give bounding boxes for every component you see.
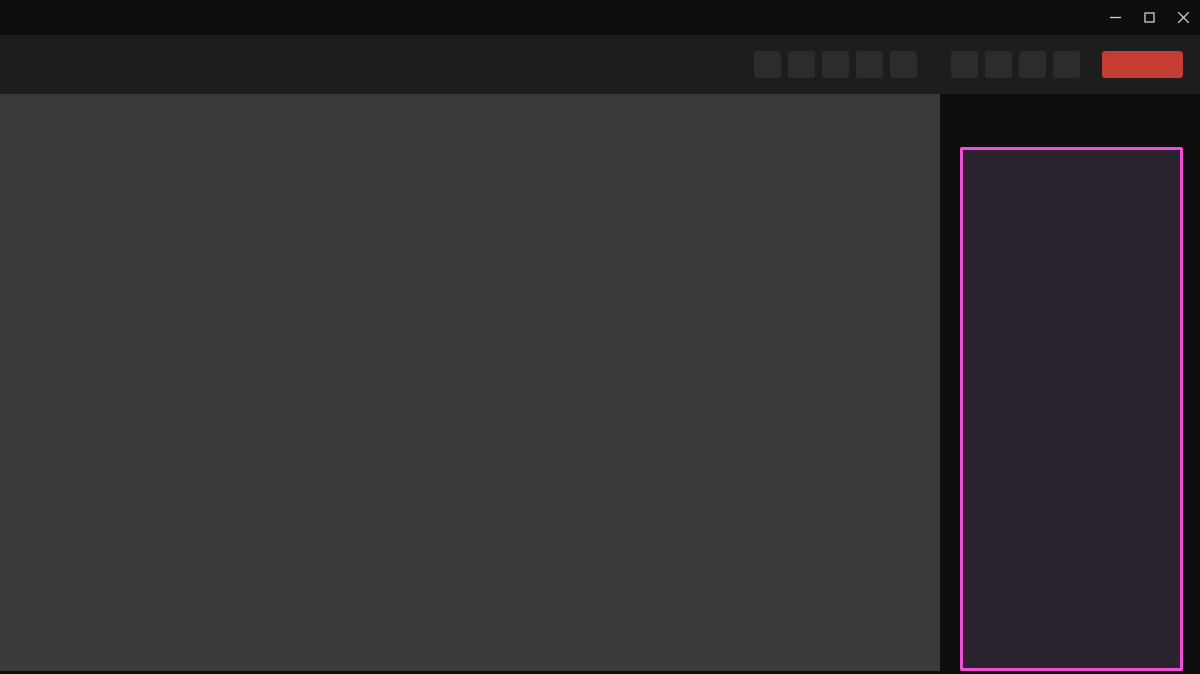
close-button[interactable] xyxy=(1166,0,1200,35)
toolbar-button-7[interactable] xyxy=(985,51,1012,78)
toolbar-button-6[interactable] xyxy=(951,51,978,78)
maximize-icon xyxy=(1144,12,1155,23)
window-titlebar xyxy=(0,0,1200,35)
primary-action-button[interactable] xyxy=(1102,51,1183,78)
close-icon xyxy=(1178,12,1189,23)
minimize-icon xyxy=(1110,12,1121,23)
toolbar-group-1 xyxy=(754,51,917,78)
main-canvas[interactable] xyxy=(0,94,940,671)
toolbar-button-1[interactable] xyxy=(754,51,781,78)
toolbar-button-9[interactable] xyxy=(1053,51,1080,78)
side-panel[interactable] xyxy=(960,147,1183,671)
toolbar xyxy=(0,35,1200,94)
toolbar-button-4[interactable] xyxy=(856,51,883,78)
toolbar-button-8[interactable] xyxy=(1019,51,1046,78)
toolbar-button-5[interactable] xyxy=(890,51,917,78)
toolbar-group-2 xyxy=(951,51,1080,78)
toolbar-button-2[interactable] xyxy=(788,51,815,78)
minimize-button[interactable] xyxy=(1098,0,1132,35)
toolbar-button-3[interactable] xyxy=(822,51,849,78)
maximize-button[interactable] xyxy=(1132,0,1166,35)
